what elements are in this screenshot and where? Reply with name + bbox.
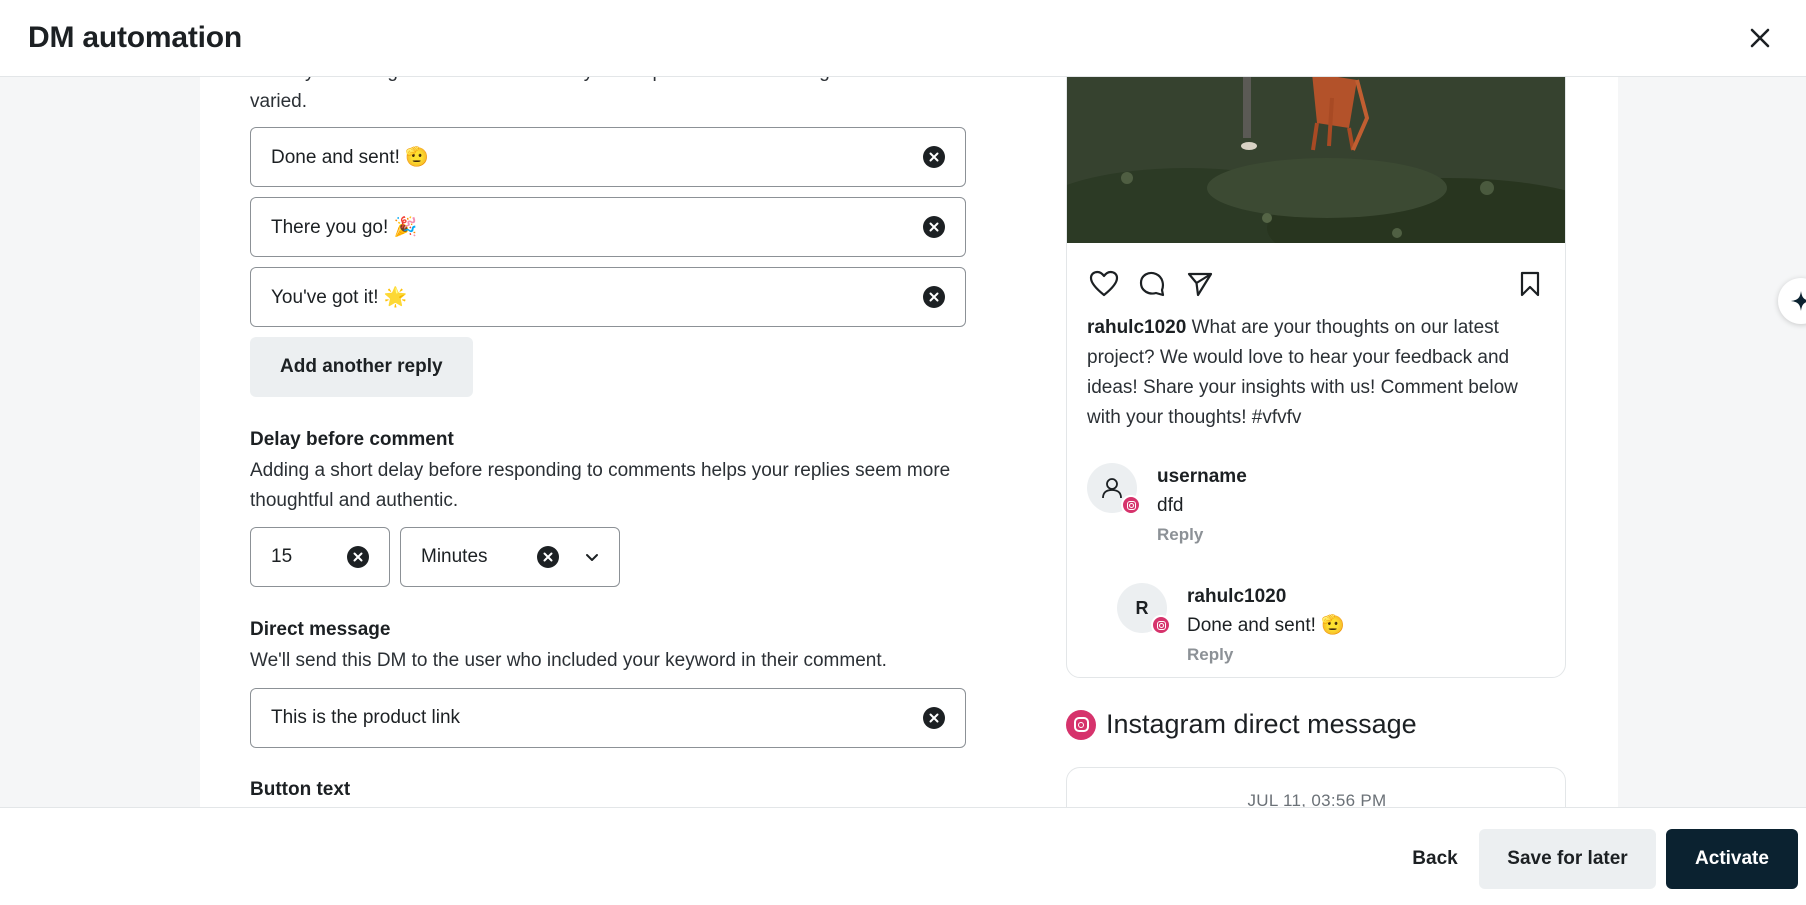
avatar-initial: R <box>1135 597 1149 618</box>
delay-amount-input[interactable]: 15 <box>250 527 390 587</box>
dm-timestamp: JUL 11, 03:56 PM <box>1247 791 1387 807</box>
delay-label: Delay before comment <box>250 429 454 450</box>
instagram-badge-icon <box>1121 495 1141 515</box>
comment-text: dfd <box>1157 495 1184 516</box>
comment-body: username dfd Reply <box>1157 463 1247 549</box>
dm-heading-text: Instagram direct message <box>1106 709 1417 739</box>
sparkle-icon <box>1791 291 1806 311</box>
reply-text: Done and sent! 🫡 <box>1187 615 1345 636</box>
save-for-later-button[interactable]: Save for later <box>1479 829 1656 889</box>
close-icon <box>1750 28 1770 48</box>
instagram-icon <box>1066 709 1096 740</box>
comment-reply-link[interactable]: Reply <box>1157 521 1247 549</box>
save-post-button[interactable] <box>1513 267 1547 301</box>
dm-description: We'll send this DM to the user who inclu… <box>250 650 887 671</box>
dm-preview-heading: Instagram direct message <box>1066 709 1417 740</box>
reply-item: R rahulc1020 Done and sent! 🫡 Reply <box>1117 583 1345 669</box>
replies-description: We'll cycle through these comments so yo… <box>250 77 924 112</box>
button-text-label: Button text <box>250 779 351 800</box>
modal-content: We'll cycle through these comments so yo… <box>0 77 1806 807</box>
like-button[interactable] <box>1087 267 1121 301</box>
avatar: R <box>1117 583 1171 635</box>
instagram-badge-icon <box>1151 615 1171 635</box>
reply-value: Done and sent! 🫡 <box>271 147 429 168</box>
clear-icon[interactable] <box>537 546 559 568</box>
back-button[interactable]: Back <box>1390 829 1480 889</box>
page-title: DM automation <box>28 21 243 54</box>
modal-header: DM automation <box>0 0 1806 77</box>
post-image <box>1067 77 1565 243</box>
post-photo <box>1067 77 1565 243</box>
user-icon <box>1102 478 1122 499</box>
chevron-down-icon[interactable] <box>585 552 599 562</box>
activate-button[interactable]: Activate <box>1666 829 1798 889</box>
reply-value: You've got it! 🌟 <box>271 287 408 308</box>
post-actions <box>1087 266 1547 302</box>
caption-username: rahulc1020 <box>1087 317 1187 338</box>
clear-icon[interactable] <box>347 546 369 568</box>
dm-label: Direct message <box>250 619 391 640</box>
comment-button[interactable] <box>1135 267 1169 301</box>
post-preview-card: rahulc1020 What are your thoughts on our… <box>1066 77 1566 678</box>
reply-field-2[interactable]: There you go! 🎉 <box>250 197 966 257</box>
dm-preview-card: JUL 11, 03:56 PM <box>1066 767 1566 807</box>
dm-message-field[interactable]: This is the product link <box>250 688 966 748</box>
reply-body: rahulc1020 Done and sent! 🫡 Reply <box>1187 583 1345 669</box>
reply-field-1[interactable]: Done and sent! 🫡 <box>250 127 966 187</box>
reply-field-3[interactable]: You've got it! 🌟 <box>250 267 966 327</box>
dm-message-value: This is the product link <box>271 707 461 728</box>
modal-footer: Back Save for later Activate <box>0 807 1806 905</box>
delay-amount-value: 15 <box>271 546 293 567</box>
clear-icon[interactable] <box>923 707 945 729</box>
delay-unit-select[interactable]: Minutes <box>400 527 620 587</box>
add-reply-button[interactable]: Add another reply <box>250 337 473 397</box>
comment-item: username dfd Reply <box>1087 463 1247 549</box>
clear-icon[interactable] <box>923 216 945 238</box>
comment-icon <box>1139 271 1165 297</box>
reply-username: rahulc1020 <box>1187 586 1287 607</box>
bookmark-icon <box>1520 271 1540 297</box>
comment-username: username <box>1157 466 1247 487</box>
clear-icon[interactable] <box>923 146 945 168</box>
post-caption: rahulc1020 What are your thoughts on our… <box>1087 313 1547 433</box>
delay-description: Adding a short delay before responding t… <box>250 460 951 511</box>
reply-reply-link[interactable]: Reply <box>1187 641 1345 669</box>
clear-icon[interactable] <box>923 286 945 308</box>
reply-value: There you go! 🎉 <box>271 217 418 238</box>
send-icon <box>1187 272 1213 297</box>
close-button[interactable] <box>1740 18 1780 58</box>
share-button[interactable] <box>1183 267 1217 301</box>
avatar <box>1087 463 1141 515</box>
delay-unit-value: Minutes <box>421 546 488 567</box>
heart-icon <box>1089 270 1119 297</box>
